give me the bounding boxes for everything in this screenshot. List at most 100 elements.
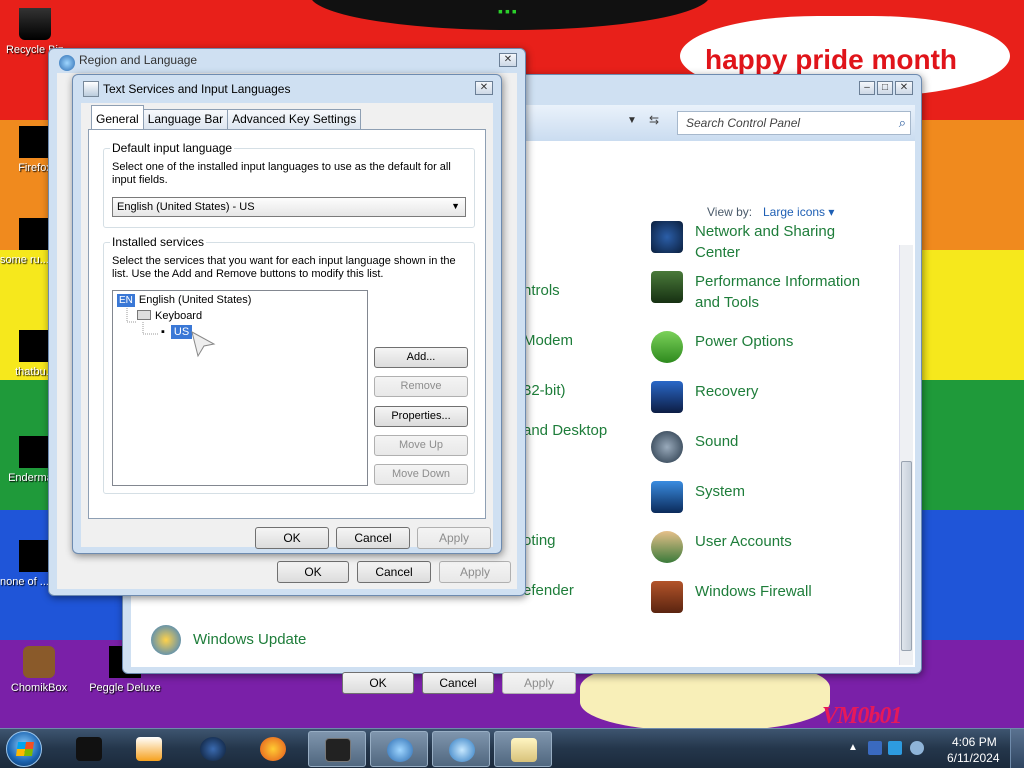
search-input[interactable]: Search Control Panel ⌕ xyxy=(677,111,911,135)
cp-item-performance[interactable]: Performance Information and Tools xyxy=(651,271,881,313)
clock-globe-icon xyxy=(449,738,475,762)
media-player-icon xyxy=(136,737,162,761)
cp-item-recovery[interactable]: Recovery xyxy=(651,381,758,413)
close-button[interactable]: ✕ xyxy=(475,81,493,95)
file-icon xyxy=(19,330,51,362)
scrollbar-thumb[interactable] xyxy=(901,461,912,651)
system-tray: ▲ 4:06 PM 6/11/2024 xyxy=(840,729,1024,768)
services-tree[interactable]: EN English (United States) Keyboard ▪ US xyxy=(112,290,368,486)
cp-item-label: Sound xyxy=(695,433,739,450)
firewall-icon xyxy=(651,581,683,613)
taskbar-control-panel[interactable] xyxy=(370,731,428,767)
ok-button[interactable]: OK xyxy=(277,561,349,583)
tree-node-label: US xyxy=(170,325,193,339)
speech-bubble-text: happy pride month xyxy=(705,44,957,75)
view-by-label: View by: xyxy=(707,205,753,219)
start-button[interactable] xyxy=(6,731,42,767)
keyboard-icon xyxy=(137,310,151,320)
window-title: Region and Language xyxy=(79,53,198,67)
keyboard-icon xyxy=(511,738,537,762)
cp-item-sound[interactable]: Sound xyxy=(651,431,738,463)
properties-button[interactable]: Properties... xyxy=(374,406,468,427)
move-down-button[interactable]: Move Down xyxy=(374,464,468,485)
taskbar-media-player[interactable] xyxy=(120,731,178,767)
desktop-icon-chomikbox[interactable]: ChomikBox xyxy=(4,646,74,695)
refresh-icon[interactable]: ⇆ xyxy=(649,113,659,127)
view-by-dropdown[interactable]: Large icons ▾ xyxy=(763,205,834,219)
taskbar-firefox[interactable] xyxy=(244,731,302,767)
ok-button[interactable]: OK xyxy=(342,672,414,694)
apply-button[interactable]: Apply xyxy=(502,672,576,694)
cp-item-windows-update[interactable]: Windows Update xyxy=(151,625,306,655)
cp-item-user-accounts[interactable]: User Accounts xyxy=(651,531,792,563)
default-language-select[interactable]: English (United States) - US ▼ xyxy=(112,197,466,217)
taskbar-region-language[interactable] xyxy=(432,731,490,767)
cp-item-network-sharing[interactable]: Network and Sharing Center xyxy=(651,221,871,263)
show-desktop-button[interactable] xyxy=(1010,729,1024,768)
maximize-button[interactable]: □ xyxy=(877,81,893,95)
cp-item-fragment[interactable]: 32-bit) xyxy=(523,382,566,399)
cancel-button[interactable]: Cancel xyxy=(422,672,494,694)
cp-item-fragment[interactable]: and Desktop xyxy=(523,422,607,439)
cancel-button[interactable]: Cancel xyxy=(357,561,431,583)
group-label: Installed services xyxy=(110,235,207,249)
cp-item-fragment[interactable]: oting xyxy=(523,532,556,549)
search-placeholder: Search Control Panel xyxy=(686,116,801,130)
keyboard-icon xyxy=(83,81,99,97)
window-title: Text Services and Input Languages xyxy=(103,82,291,96)
taskbar-app[interactable] xyxy=(184,731,242,767)
taskbar-window[interactable] xyxy=(308,731,366,767)
tab-advanced-key-settings[interactable]: Advanced Key Settings xyxy=(227,109,362,129)
volume-icon[interactable] xyxy=(910,741,924,755)
network-tray-icon[interactable] xyxy=(888,741,902,755)
tree-node-language[interactable]: EN English (United States) xyxy=(117,294,251,307)
group-description: Select the services that you want for ea… xyxy=(112,255,456,280)
tree-node-label: Keyboard xyxy=(155,310,203,322)
control-panel-icon xyxy=(387,738,413,762)
game-icon xyxy=(19,436,51,468)
cp-item-label: User Accounts xyxy=(695,533,792,550)
window-controls: ✕ xyxy=(499,53,517,67)
vertical-scrollbar[interactable] xyxy=(899,245,913,665)
show-hidden-icons-icon[interactable]: ▲ xyxy=(848,742,858,753)
tab-language-bar[interactable]: Language Bar xyxy=(142,109,229,129)
system-icon xyxy=(651,481,683,513)
close-button[interactable]: ✕ xyxy=(895,81,913,95)
cancel-button[interactable]: Cancel xyxy=(336,527,410,549)
dropdown-arrow-icon: ▼ xyxy=(451,201,460,211)
remove-button[interactable]: Remove xyxy=(374,376,468,397)
firefox-icon xyxy=(19,126,51,158)
add-button[interactable]: Add... xyxy=(374,347,468,368)
globe-icon xyxy=(59,55,75,71)
chomikbox-icon xyxy=(23,646,55,678)
cp-item-fragment[interactable]: Modem xyxy=(523,332,573,349)
tree-node-keyboard[interactable]: Keyboard xyxy=(137,310,202,322)
tree-node-us-layout[interactable]: ▪ US xyxy=(161,325,193,339)
clock-time[interactable]: 4:06 PM xyxy=(952,735,997,749)
search-icon[interactable]: ⌕ xyxy=(899,115,906,131)
minimize-button[interactable]: – xyxy=(859,81,875,95)
recovery-icon xyxy=(651,381,683,413)
bullet-icon: ▪ xyxy=(161,326,165,338)
taskbar-app[interactable] xyxy=(60,731,118,767)
move-up-button[interactable]: Move Up xyxy=(374,435,468,456)
cp-item-windows-firewall[interactable]: Windows Firewall xyxy=(651,581,812,613)
sound-icon xyxy=(651,431,683,463)
cp-item-system[interactable]: System xyxy=(651,481,745,513)
wallpaper-tag: VM0b01 xyxy=(822,703,902,729)
cp-item-label: Power Options xyxy=(695,333,794,350)
cp-item-fragment[interactable]: efender xyxy=(523,582,574,599)
taskbar-text-services[interactable] xyxy=(494,731,552,767)
clock-date[interactable]: 6/11/2024 xyxy=(947,751,1000,765)
close-button[interactable]: ✕ xyxy=(499,53,517,67)
cp-item-label: System xyxy=(695,483,746,500)
cp-item-fragment[interactable]: ntrols xyxy=(523,282,560,299)
cp-item-label: Network and Sharing Center xyxy=(695,223,836,261)
apply-button[interactable]: Apply xyxy=(417,527,491,549)
history-dropdown-icon[interactable]: ▼ xyxy=(627,115,637,126)
apply-button[interactable]: Apply xyxy=(439,561,511,583)
ok-button[interactable]: OK xyxy=(255,527,329,549)
tab-general[interactable]: General xyxy=(91,105,144,129)
tray-app-icon[interactable] xyxy=(868,741,882,755)
cp-item-power-options[interactable]: Power Options xyxy=(651,331,793,363)
